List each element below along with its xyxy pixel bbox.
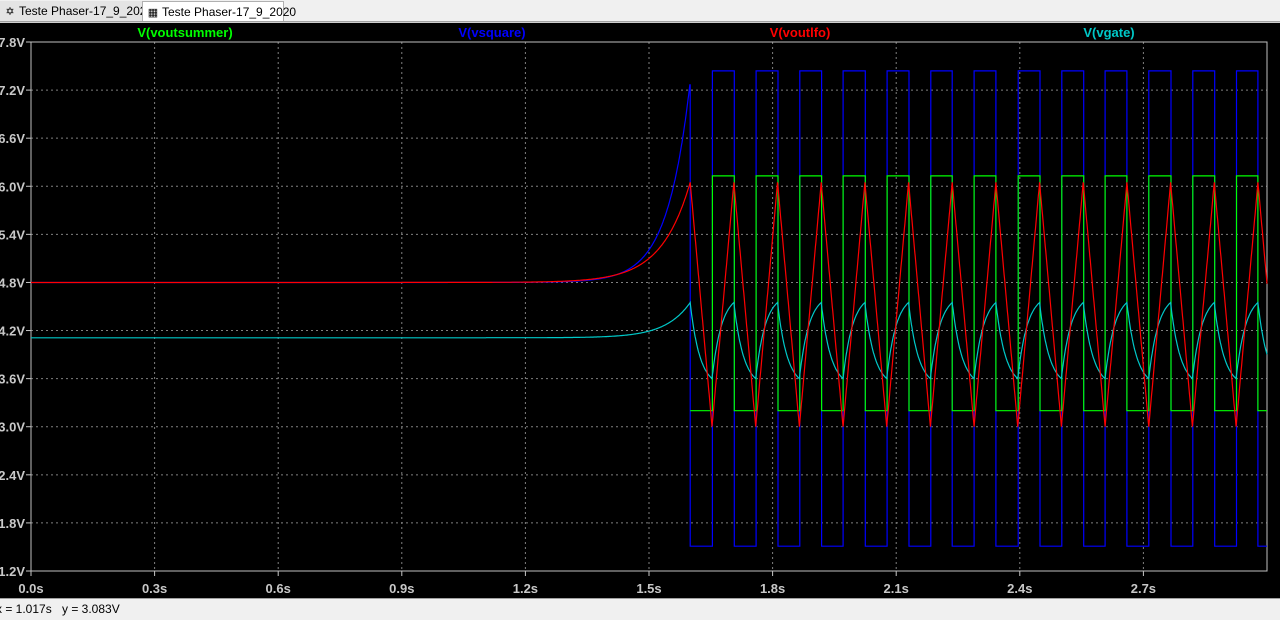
- x-tick-label: 0.0s: [18, 581, 43, 596]
- y-tick-label: 6.0V: [0, 179, 25, 194]
- x-tick-label: 0.6s: [266, 581, 291, 596]
- waveform-chart[interactable]: 7.8V 7.2V 6.6V 6.0V 5.4V 4.8V 4.2V 3.6V 3.0V 2.4V…: [0, 23, 1280, 598]
- x-tick-label: 0.3s: [142, 581, 167, 596]
- tab-label: Teste Phaser-17_9_2020: [162, 5, 297, 19]
- y-tick-label: 4.2V: [0, 324, 25, 339]
- y-tick-label: 2.4V: [0, 468, 25, 483]
- y-tick-label: 3.6V: [0, 372, 25, 387]
- legend-label: V(voutlfo): [770, 25, 831, 40]
- plot-frame: [30, 41, 1268, 572]
- tab-bar: ✡ Teste Phaser-17_9_2020 ▦ Teste Phaser-17…: [0, 0, 1280, 22]
- schematic-icon: ✡: [5, 6, 15, 18]
- tab-waveform[interactable]: ▦ Teste Phaser-17_9_2020: [142, 1, 296, 21]
- y-tick-label: 7.2V: [0, 83, 25, 98]
- x-tick-label: 0.9s: [389, 581, 414, 596]
- y-tick-label: 5.4V: [0, 227, 25, 242]
- y-tick-label: 3.0V: [0, 420, 25, 435]
- y-tick-label: 6.6V: [0, 131, 25, 146]
- legend-label: V(voutsummer): [137, 25, 232, 40]
- legend-label: V(vsquare): [458, 25, 525, 40]
- cursor-y-readout: y = 3.083V: [62, 602, 120, 616]
- x-tick-label: 1.2s: [513, 581, 538, 596]
- waveform-icon: ▦: [147, 7, 159, 19]
- x-tick-label: 1.8s: [760, 581, 785, 596]
- x-tick-label: 2.1s: [884, 581, 909, 596]
- y-tick-label: 1.8V: [0, 516, 25, 531]
- x-tick-label: 2.4s: [1007, 581, 1032, 596]
- status-bar: x = 1.017s y = 3.083V: [0, 598, 1280, 620]
- y-tick-label: 4.8V: [0, 275, 25, 290]
- y-tick-label: 1.2V: [0, 564, 25, 579]
- tab-label: Teste Phaser-17_9_2020: [19, 4, 154, 18]
- x-tick-label: 1.5s: [636, 581, 661, 596]
- waveform-plot[interactable]: 7.8V 7.2V 6.6V 6.0V 5.4V 4.8V 4.2V 3.6V 3.0V 2.4V…: [0, 23, 1280, 598]
- y-tick-label: 7.8V: [0, 35, 25, 50]
- x-tick-label: 2.7s: [1131, 581, 1156, 596]
- cursor-x-readout: x = 1.017s: [0, 602, 52, 616]
- tab-schematic[interactable]: ✡ Teste Phaser-17_9_2020: [0, 1, 153, 21]
- legend-label: V(vgate): [1083, 25, 1134, 40]
